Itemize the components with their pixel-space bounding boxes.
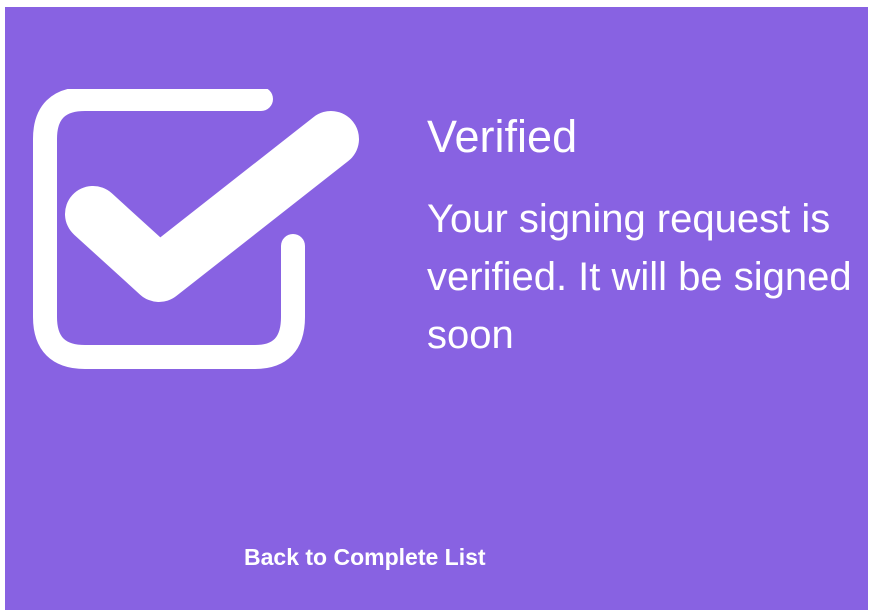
status-message: Your signing request is verified. It wil… bbox=[427, 197, 852, 357]
back-to-list-link[interactable]: Back to Complete List bbox=[244, 540, 486, 574]
checkbox-checked-icon bbox=[23, 87, 363, 374]
verification-panel: Verified Your signing request is verifie… bbox=[5, 7, 868, 610]
status-title: Verified bbox=[427, 111, 578, 162]
